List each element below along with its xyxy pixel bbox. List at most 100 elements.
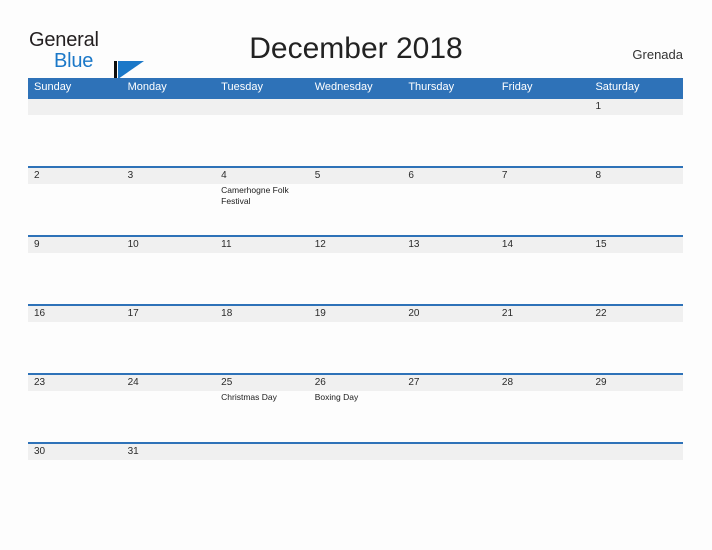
day-number[interactable]: 12 [309, 237, 403, 253]
day-number[interactable]: 18 [215, 306, 309, 322]
day-event[interactable] [589, 460, 683, 476]
day-event[interactable] [496, 391, 590, 442]
day-event[interactable]: Camerhogne Folk Festival [215, 184, 309, 235]
day-number[interactable]: 19 [309, 306, 403, 322]
day-event[interactable] [589, 391, 683, 442]
day-number[interactable] [402, 99, 496, 115]
day-event[interactable] [402, 184, 496, 235]
day-event[interactable] [589, 253, 683, 304]
day-number[interactable]: 4 [215, 168, 309, 184]
day-number[interactable]: 21 [496, 306, 590, 322]
week-date-number-band: 9 10 11 12 13 14 15 [28, 237, 683, 253]
weekday-header-monday: Monday [127, 81, 167, 93]
day-event[interactable] [122, 460, 216, 476]
day-number[interactable] [28, 99, 122, 115]
day-number[interactable]: 29 [589, 375, 683, 391]
day-event[interactable] [309, 322, 403, 373]
week-date-number-band: 16 17 18 19 20 21 22 [28, 306, 683, 322]
weekday-header-sunday: Sunday [34, 81, 72, 93]
day-event[interactable] [122, 322, 216, 373]
day-event[interactable] [28, 322, 122, 373]
day-number[interactable]: 25 [215, 375, 309, 391]
day-number[interactable]: 22 [589, 306, 683, 322]
day-number[interactable]: 20 [402, 306, 496, 322]
day-number[interactable]: 7 [496, 168, 590, 184]
day-number[interactable] [496, 444, 590, 460]
day-event[interactable] [28, 460, 122, 476]
day-number[interactable]: 15 [589, 237, 683, 253]
weekday-header-tuesday: Tuesday [221, 81, 263, 93]
day-event[interactable]: Boxing Day [309, 391, 403, 442]
day-number[interactable]: 9 [28, 237, 122, 253]
day-number[interactable]: 16 [28, 306, 122, 322]
day-number[interactable]: 2 [28, 168, 122, 184]
day-event[interactable] [589, 184, 683, 235]
day-event[interactable] [496, 184, 590, 235]
day-event[interactable]: Christmas Day [215, 391, 309, 442]
month-calendar-grid: Sunday Monday Tuesday Wednesday Thursday… [28, 78, 683, 476]
day-number[interactable]: 17 [122, 306, 216, 322]
day-number[interactable]: 23 [28, 375, 122, 391]
day-number[interactable]: 28 [496, 375, 590, 391]
day-event[interactable] [309, 253, 403, 304]
day-event[interactable] [309, 184, 403, 235]
day-number[interactable]: 1 [589, 99, 683, 115]
day-event[interactable] [122, 253, 216, 304]
week-date-number-band: 30 31 [28, 444, 683, 460]
day-event[interactable] [496, 115, 590, 166]
day-event[interactable] [496, 460, 590, 476]
day-number[interactable]: 3 [122, 168, 216, 184]
day-number[interactable]: 8 [589, 168, 683, 184]
day-event[interactable] [122, 184, 216, 235]
day-event[interactable] [28, 115, 122, 166]
day-event[interactable] [215, 253, 309, 304]
day-number[interactable]: 31 [122, 444, 216, 460]
day-number[interactable] [402, 444, 496, 460]
day-event[interactable] [215, 460, 309, 476]
day-event[interactable] [402, 253, 496, 304]
day-number[interactable] [589, 444, 683, 460]
day-event[interactable] [589, 322, 683, 373]
week-date-number-band: 2 3 4 5 6 7 8 [28, 168, 683, 184]
week-date-number-band: 23 24 25 26 27 28 29 [28, 375, 683, 391]
day-event[interactable] [309, 460, 403, 476]
day-event[interactable] [122, 391, 216, 442]
day-event[interactable] [496, 253, 590, 304]
day-number[interactable]: 10 [122, 237, 216, 253]
day-event[interactable] [309, 115, 403, 166]
day-number[interactable]: 6 [402, 168, 496, 184]
calendar-page: General Blue December 2018 Grenada Sunda… [0, 0, 712, 550]
day-event[interactable] [28, 391, 122, 442]
day-event[interactable] [215, 322, 309, 373]
day-event[interactable] [28, 253, 122, 304]
day-number[interactable]: 30 [28, 444, 122, 460]
day-event[interactable] [589, 115, 683, 166]
day-number[interactable] [496, 99, 590, 115]
page-title: December 2018 [249, 32, 463, 65]
week-date-number-band: 1 [28, 99, 683, 115]
day-event[interactable] [496, 322, 590, 373]
day-number[interactable]: 13 [402, 237, 496, 253]
day-event[interactable] [402, 115, 496, 166]
day-number[interactable] [215, 99, 309, 115]
day-number[interactable] [309, 99, 403, 115]
day-event[interactable] [402, 322, 496, 373]
day-number[interactable]: 27 [402, 375, 496, 391]
weekday-header-saturday: Saturday [595, 81, 640, 93]
week-event-band [28, 322, 683, 373]
day-event[interactable] [122, 115, 216, 166]
day-number[interactable]: 5 [309, 168, 403, 184]
calendar-week-row: 9 10 11 12 13 14 15 [28, 235, 683, 304]
day-number[interactable] [122, 99, 216, 115]
day-event[interactable] [28, 184, 122, 235]
day-number[interactable] [215, 444, 309, 460]
weekday-header-friday: Friday [501, 81, 533, 93]
day-number[interactable]: 26 [309, 375, 403, 391]
day-event[interactable] [215, 115, 309, 166]
day-number[interactable]: 24 [122, 375, 216, 391]
day-event[interactable] [402, 391, 496, 442]
day-event[interactable] [402, 460, 496, 476]
day-number[interactable]: 11 [215, 237, 309, 253]
day-number[interactable] [309, 444, 403, 460]
day-number[interactable]: 14 [496, 237, 590, 253]
